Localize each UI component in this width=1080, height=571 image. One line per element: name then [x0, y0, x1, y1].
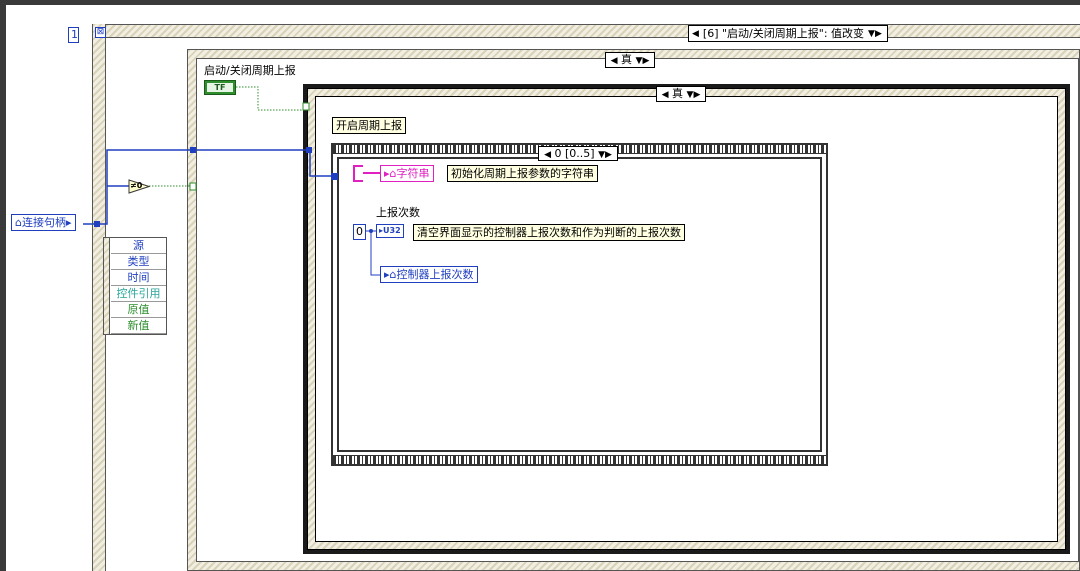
string-local-variable[interactable]: ▸⌂字符串 [380, 165, 434, 182]
not-equal-zero-label: ≠0 [130, 181, 143, 190]
zero-constant[interactable]: 0 [353, 224, 366, 240]
not-equal-zero-node[interactable]: ≠0 [128, 179, 151, 194]
house-icon: ⌂ [389, 167, 397, 180]
event-data-node: 源类型 时间 控件引用 原值 新值 [103, 237, 167, 335]
comment-init-string: 初始化周期上报参数的字符串 [447, 165, 598, 182]
u32-type-label: U32 [383, 226, 401, 235]
boolean-terminal[interactable]: TF [204, 80, 236, 95]
comment-open-report: 开启周期上报 [332, 117, 406, 134]
connection-handle-local[interactable]: ⌂连接句柄▸ [11, 214, 76, 231]
house-icon: ⌂ [389, 268, 397, 281]
event-data-field[interactable]: 控件引用 [111, 286, 166, 302]
window-top-edge [0, 0, 1080, 5]
string-local-label: 字符串 [396, 167, 430, 180]
house-icon: ⌂ [15, 216, 22, 229]
control-label: 启动/关闭周期上报 [204, 64, 296, 77]
event-data-field[interactable]: 时间 [111, 270, 166, 286]
arrow-right-icon: ▸ [65, 216, 72, 229]
connection-handle-label: 连接句柄 [21, 216, 66, 229]
window-left-edge [0, 0, 6, 571]
u32-indicator[interactable]: ▸U32 [376, 224, 404, 238]
event-data-field[interactable]: 原值 [111, 302, 166, 318]
event-data-field[interactable]: 源 [111, 238, 166, 254]
controller-report-count-label: 控制器上报次数 [396, 268, 474, 281]
string-constant[interactable] [353, 165, 363, 182]
comment-clear-counts: 清空界面显示的控制器上报次数和作为判断的上报次数 [413, 224, 685, 241]
controller-report-count-local[interactable]: ▸⌂控制器上报次数 [380, 266, 478, 283]
event-data-field[interactable]: 类型 [111, 254, 166, 270]
report-count-label: 上报次数 [376, 206, 420, 219]
boolean-terminal-text: TF [207, 83, 233, 92]
event-data-field[interactable]: 新值 [111, 318, 166, 334]
